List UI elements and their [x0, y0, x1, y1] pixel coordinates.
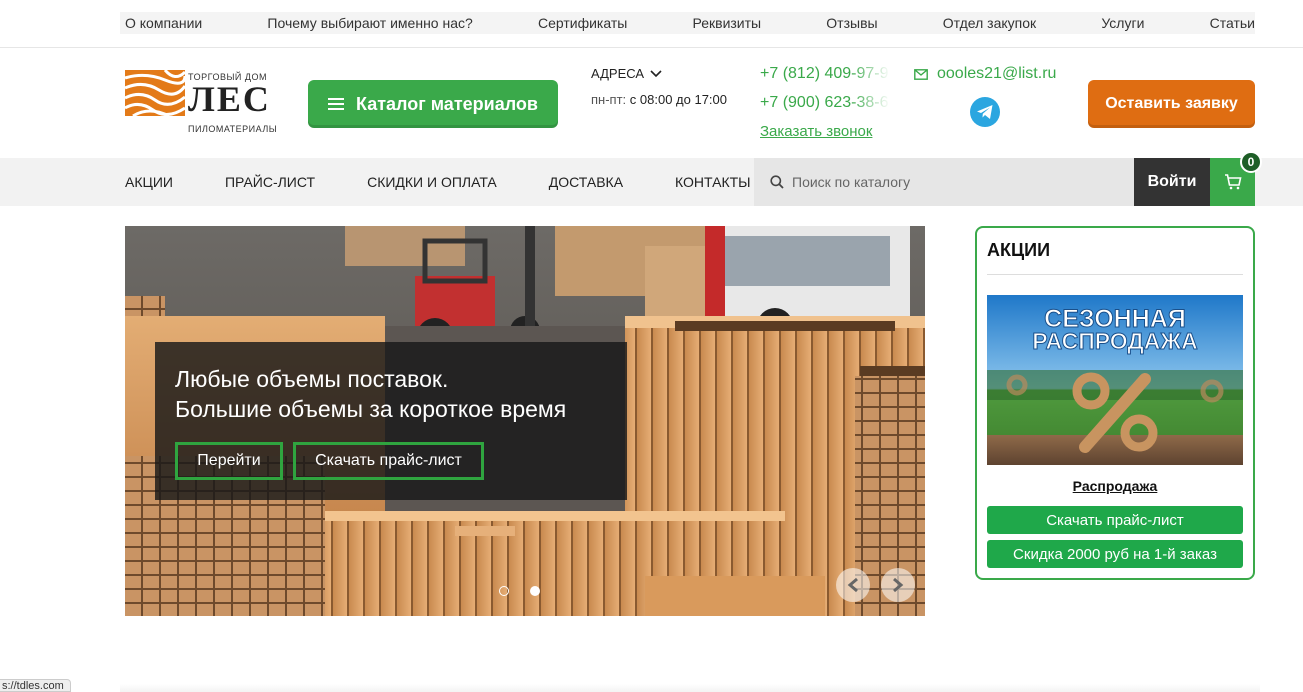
top-nav-requisites[interactable]: Реквизиты	[693, 15, 762, 31]
slider-dot-1[interactable]	[499, 586, 509, 596]
promo-discount-button[interactable]: Скидка 2000 руб на 1-й заказ	[987, 540, 1243, 568]
main-nav-promotions[interactable]: АКЦИИ	[125, 174, 173, 190]
catalog-button-label: Каталог материалов	[356, 93, 538, 114]
hero-slider: Любые объемы поставок. Большие объемы за…	[125, 226, 925, 616]
slider-prev-button[interactable]	[836, 568, 870, 602]
hero-title-line-2: Большие объемы за короткое время	[175, 396, 567, 422]
hero-overlay: Любые объемы поставок. Большие объемы за…	[155, 342, 627, 500]
top-nav-certificates[interactable]: Сертификаты	[538, 15, 627, 31]
promo-download-price-button[interactable]: Скачать прайс-лист	[987, 506, 1243, 534]
promotions-divider	[987, 274, 1243, 275]
top-nav-why-us[interactable]: Почему выбирают именно нас?	[267, 15, 472, 31]
address-dropdown[interactable]: АДРЕСА	[591, 66, 662, 81]
menu-icon	[328, 98, 344, 110]
catalog-button[interactable]: Каталог материалов	[308, 80, 558, 128]
logo-sub-text: ПИЛОМАТЕРИАЛЫ	[188, 124, 278, 134]
promotions-title: АКЦИИ	[987, 240, 1051, 260]
logo-main-text: ЛЕС	[188, 79, 271, 119]
telegram-icon[interactable]	[970, 97, 1000, 127]
wood-rings-icon	[125, 70, 185, 116]
chevron-down-icon	[650, 69, 662, 77]
hero-download-price-button[interactable]: Скачать прайс-лист	[293, 442, 484, 480]
address-label: АДРЕСА	[591, 66, 645, 81]
phone-link-1[interactable]: +7 (812) 409-97-9	[760, 65, 890, 83]
slider-dots	[499, 586, 540, 596]
top-nav-purchasing[interactable]: Отдел закупок	[943, 15, 1036, 31]
site-logo[interactable]: ТОРГОВЫЙ ДОМ ЛЕС ПИЛОМАТЕРИАЛЫ	[125, 70, 280, 136]
cart-icon	[1224, 174, 1241, 190]
callback-link[interactable]: Заказать звонок	[760, 123, 872, 140]
top-nav-services[interactable]: Услуги	[1101, 15, 1144, 31]
hero-title: Любые объемы поставок. Большие объемы за…	[175, 364, 625, 424]
top-nav: О компании Почему выбирают именно нас? С…	[0, 0, 1303, 48]
work-hours: пн-пт: с 08:00 до 17:00	[591, 92, 727, 107]
search-box	[754, 158, 1134, 206]
search-input[interactable]	[792, 174, 1122, 190]
main-nav-delivery[interactable]: ДОСТАВКА	[549, 174, 623, 190]
promo-banner[interactable]: СЕЗОННАЯ РАСПРОДАЖА	[987, 295, 1243, 465]
main-nav-items: АКЦИИ ПРАЙС-ЛИСТ СКИДКИ И ОПЛАТА ДОСТАВК…	[125, 158, 803, 206]
promotions-panel: АКЦИИ СЕЗОННАЯ РАСПРОДАЖА Распродажа Ска…	[975, 226, 1255, 580]
browser-status-url: s://tdles.com	[0, 679, 71, 692]
top-nav-articles[interactable]: Статьи	[1210, 15, 1255, 31]
main-nav-discounts-payment[interactable]: СКИДКИ И ОПЛАТА	[367, 174, 497, 190]
login-button[interactable]: Войти	[1134, 158, 1210, 206]
content-bottom-edge	[120, 684, 1260, 692]
main-nav: АКЦИИ ПРАЙС-ЛИСТ СКИДКИ И ОПЛАТА ДОСТАВК…	[0, 158, 1303, 206]
slider-dot-2[interactable]	[530, 586, 540, 596]
top-nav-about[interactable]: О компании	[125, 15, 202, 31]
hours-label: пн-пт:	[591, 92, 627, 107]
banner-line-2: РАСПРОДАЖА	[1032, 328, 1198, 354]
hours-value: с 08:00 до 17:00	[629, 92, 727, 107]
slider-next-button[interactable]	[881, 568, 915, 602]
search-icon	[770, 175, 784, 189]
top-nav-reviews[interactable]: Отзывы	[826, 15, 877, 31]
chevron-right-icon	[893, 577, 904, 593]
main-nav-contacts[interactable]: КОНТАКТЫ	[675, 174, 751, 190]
hero-go-button[interactable]: Перейти	[175, 442, 283, 480]
mail-icon	[914, 68, 928, 80]
seasonal-sale-banner-image: СЕЗОННАЯ РАСПРОДАЖА	[987, 295, 1243, 465]
top-nav-bar: О компании Почему выбирают именно нас? С…	[120, 12, 1255, 34]
cart-count-badge: 0	[1240, 151, 1262, 173]
chevron-left-icon	[847, 577, 858, 593]
main-nav-price-list[interactable]: ПРАЙС-ЛИСТ	[225, 174, 315, 190]
order-request-button[interactable]: Оставить заявку	[1088, 80, 1255, 128]
promo-caption-link[interactable]: Распродажа	[977, 478, 1253, 494]
email-link[interactable]: oooles21@list.ru	[914, 65, 1056, 83]
hero-title-line-1: Любые объемы поставок.	[175, 366, 449, 392]
phone-link-2[interactable]: +7 (900) 623-38-6	[760, 94, 890, 112]
email-address: oooles21@list.ru	[937, 65, 1057, 82]
